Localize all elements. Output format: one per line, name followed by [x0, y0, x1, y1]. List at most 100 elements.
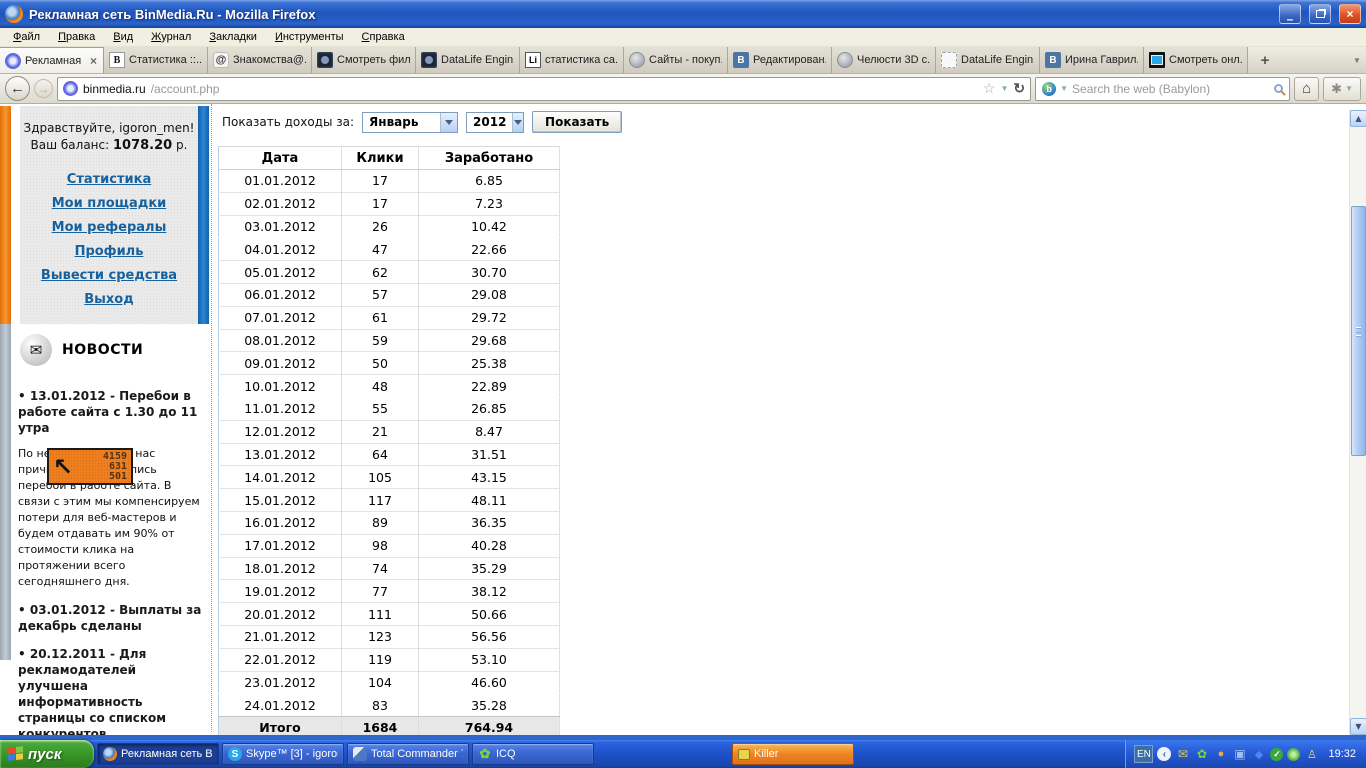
globe-gray-icon: [629, 52, 645, 68]
table-cell: 61: [341, 305, 419, 330]
reload-icon[interactable]: ↻: [1013, 80, 1025, 97]
language-indicator[interactable]: EN: [1134, 745, 1154, 763]
start-button[interactable]: пуск: [0, 740, 94, 768]
url-path: /account.php: [150, 81, 220, 96]
menu-item-правка[interactable]: Правка: [49, 29, 104, 45]
task-button[interactable]: Killer: [732, 743, 854, 765]
tab-close-icon[interactable]: ×: [89, 54, 98, 68]
vertical-scrollbar[interactable]: ▲ ▼: [1349, 110, 1366, 735]
table-row: 10.01.2012 48 22.89: [218, 374, 560, 398]
monitor-icon[interactable]: ▣: [1232, 747, 1247, 762]
url-dropdown-icon[interactable]: ▼: [1000, 84, 1008, 93]
forward-button[interactable]: →: [34, 79, 53, 98]
task-label: Рекламная сеть Bin...: [121, 748, 213, 760]
browser-tab[interactable]: В Редактирован...: [728, 47, 832, 73]
scrollbar-thumb[interactable]: [1351, 206, 1366, 456]
table-cell: 111: [341, 602, 419, 626]
search-box[interactable]: b ▼: [1035, 76, 1291, 101]
table-row: 06.01.2012 57 29.08: [218, 282, 560, 307]
table-cell: 09.01.2012: [218, 351, 342, 375]
search-engine-icon[interactable]: b: [1042, 81, 1057, 96]
menu-item-файл[interactable]: Файл: [4, 29, 49, 45]
menu-item-инструменты[interactable]: Инструменты: [266, 29, 353, 45]
browser-tab[interactable]: Смотреть фил...: [312, 47, 416, 73]
back-button[interactable]: ←: [5, 76, 30, 101]
sidebar-link[interactable]: Мои площадки: [20, 196, 198, 211]
task-button[interactable]: Total Commander 7.5...: [347, 743, 469, 765]
browser-tab[interactable]: @ Знакомства@...: [208, 47, 312, 73]
table-cell: 13.01.2012: [218, 442, 342, 466]
table-row: 04.01.2012 47 22.66: [219, 237, 560, 261]
menu-item-справка[interactable]: Справка: [353, 29, 414, 45]
search-dropdown-icon[interactable]: ▼: [1060, 84, 1068, 93]
scroll-up-icon[interactable]: ▲: [1350, 110, 1366, 127]
browser-tab[interactable]: В Ирина Гаврил...: [1040, 47, 1144, 73]
sidebar-link[interactable]: Мои рефералы: [20, 220, 198, 235]
babylon-extension-button[interactable]: ✱ ▼: [1323, 76, 1361, 101]
new-tab-button[interactable]: +: [1252, 47, 1278, 73]
sidebar-link[interactable]: Выход: [20, 292, 198, 307]
task-button[interactable]: S Skype™ [3] - igoron_...: [222, 743, 344, 765]
table-row: 05.01.2012 62 30.70: [218, 260, 560, 284]
year-select[interactable]: 2012: [466, 111, 525, 133]
browser-tab[interactable]: Рекламная ... ×: [0, 47, 104, 73]
tab-label: Статистика ::...: [129, 54, 202, 66]
url-bar[interactable]: binmedia.ru /account.php ☆ ▼ ↻: [57, 76, 1032, 101]
table-cell: 02.01.2012: [218, 191, 342, 216]
scroll-down-icon[interactable]: ▼: [1350, 718, 1366, 735]
browser-tab[interactable]: Смотреть онл...: [1144, 47, 1248, 73]
tab-label: Смотреть онл...: [1169, 54, 1242, 66]
browser-tab[interactable]: DataLife Engin...: [416, 47, 520, 73]
table-cell: 16.01.2012: [218, 510, 342, 535]
table-cell: 14.01.2012: [218, 465, 342, 489]
shield-icon[interactable]: ✓: [1270, 747, 1284, 761]
browser-tab[interactable]: B Статистика ::...: [104, 47, 208, 73]
table-cell: 50: [341, 351, 419, 375]
hit-counter-banner[interactable]: ↖ 4159 631 501: [47, 448, 133, 485]
icq-flower-icon[interactable]: ✿: [1194, 747, 1209, 762]
year-select-arrow-icon[interactable]: [512, 112, 524, 132]
sidebar-link[interactable]: Статистика: [20, 172, 198, 187]
sidebar-link[interactable]: Профиль: [20, 244, 198, 259]
menu-item-журнал[interactable]: Журнал: [142, 29, 200, 45]
skype-icon: S: [228, 747, 242, 761]
webcam-icon[interactable]: ●: [1213, 747, 1228, 762]
list-all-tabs-icon[interactable]: ▼: [1348, 47, 1366, 73]
liveinternet-icon: Li: [525, 52, 541, 68]
month-select[interactable]: Январь: [362, 111, 459, 133]
minimize-button[interactable]: –: [1279, 4, 1301, 25]
restore-button[interactable]: [1309, 4, 1331, 24]
search-input[interactable]: [1072, 81, 1271, 96]
sidebar-link[interactable]: Вывести средства: [20, 268, 198, 283]
home-button[interactable]: ⌂: [1294, 76, 1320, 101]
table-cell: 46.60: [418, 670, 560, 694]
menu-item-вид[interactable]: Вид: [104, 29, 142, 45]
collapse-chevron-icon[interactable]: ‹: [1157, 747, 1172, 761]
browser-tab[interactable]: Челюсти 3D с...: [832, 47, 936, 73]
task-label: Skype™ [3] - igoron_...: [246, 748, 338, 760]
menu-item-закладки[interactable]: Закладки: [200, 29, 266, 45]
show-button[interactable]: Показать: [532, 111, 623, 133]
mail-icon[interactable]: ✉: [1175, 747, 1190, 762]
table-cell: 35.28: [418, 693, 560, 717]
task-button[interactable]: Рекламная сеть Bin...: [97, 743, 219, 765]
film-blue-icon: [1149, 52, 1165, 68]
table-cell: 21: [341, 419, 419, 444]
news-gray-stripe: [0, 324, 11, 660]
browser-tab[interactable]: Li статистика са...: [520, 47, 624, 73]
home-icon: ⌂: [1302, 80, 1312, 97]
browser-tab[interactable]: DataLife Engin...: [936, 47, 1040, 73]
table-cell: 17.01.2012: [218, 533, 342, 558]
close-button[interactable]: ×: [1339, 4, 1361, 24]
key-icon[interactable]: ♙: [1304, 747, 1319, 762]
bookmark-star-icon[interactable]: ☆: [983, 80, 996, 97]
task-label: ICQ: [496, 748, 516, 760]
browser-tab[interactable]: Сайты - покуп...: [624, 47, 728, 73]
search-magnifier-icon[interactable]: [1274, 84, 1284, 93]
dropbox-icon[interactable]: ◆: [1251, 747, 1266, 762]
news-item-title: 13.01.2012 - Перебои в работе сайта с 1.…: [18, 388, 202, 436]
month-select-arrow-icon[interactable]: [440, 112, 458, 132]
network-icon[interactable]: [1287, 747, 1301, 761]
task-button[interactable]: ✿ ICQ: [472, 743, 594, 765]
table-cell: 8.47: [418, 419, 560, 444]
